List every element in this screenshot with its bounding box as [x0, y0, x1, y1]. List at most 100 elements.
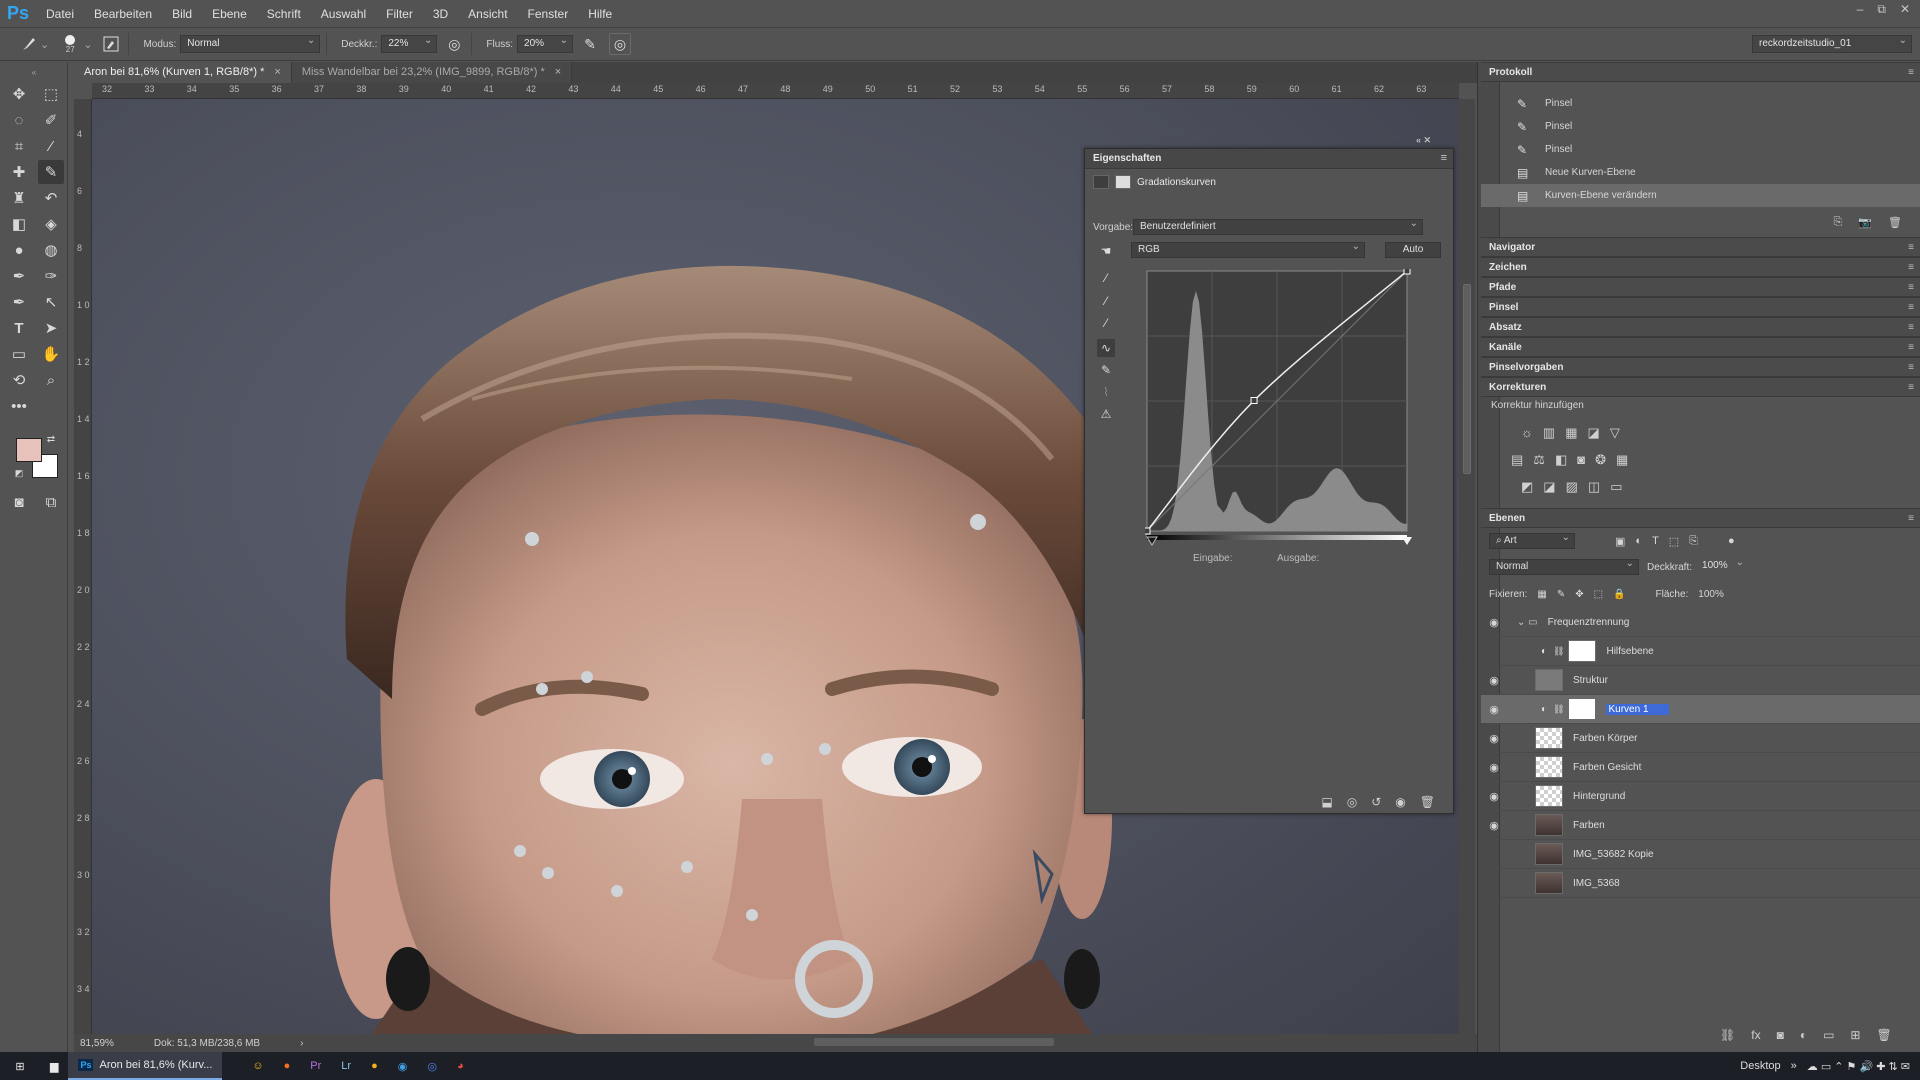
- panel-menu-icon[interactable]: ≡: [1908, 63, 1914, 82]
- preset-dropdown[interactable]: Benutzerdefiniert: [1133, 217, 1423, 235]
- layer-thumbnail[interactable]: [1535, 814, 1563, 836]
- visibility-eye-icon[interactable]: ◉: [1481, 790, 1507, 803]
- layer-mask-thumbnail[interactable]: [1568, 698, 1597, 720]
- layer-name[interactable]: Farben Gesicht: [1573, 762, 1641, 773]
- desktop-toolbar-label[interactable]: Desktop: [1740, 1060, 1780, 1072]
- menu-3d[interactable]: 3D: [423, 7, 458, 21]
- menu-fenster[interactable]: Fenster: [518, 7, 579, 21]
- dodge-tool-icon[interactable]: ◍: [38, 238, 64, 262]
- visibility-eye-icon[interactable]: ◉: [1481, 674, 1507, 687]
- flow-dropdown[interactable]: 20%: [517, 33, 574, 53]
- filter-adjustment-icon[interactable]: ◐: [1635, 535, 1642, 547]
- history-item[interactable]: ✎ Pinsel: [1481, 92, 1920, 115]
- delete-icon[interactable]: 🗑: [1420, 795, 1435, 809]
- panel-header-kanäle[interactable]: Kanäle ≡: [1481, 337, 1920, 357]
- panel-menu-icon[interactable]: ≡: [1908, 258, 1914, 277]
- mode-dropdown[interactable]: Normal: [180, 33, 321, 53]
- selective-color-icon[interactable]: ◫: [1588, 479, 1600, 495]
- black-slider-handle[interactable]: [1146, 536, 1158, 546]
- more-tools-icon[interactable]: •••: [6, 394, 32, 418]
- app-icon-blue[interactable]: ◎: [417, 1052, 447, 1080]
- pencil-draw-curve-icon[interactable]: ✎: [1097, 361, 1115, 379]
- doc-tab-miss-wandelbar[interactable]: Miss Wandelbar bei 23,2% (IMG_9899, RGB/…: [291, 62, 573, 83]
- brush-tool-icon[interactable]: ✎: [38, 160, 64, 184]
- scrollbar-thumb[interactable]: [1463, 284, 1471, 474]
- filter-shape-icon[interactable]: ⬚: [1669, 535, 1679, 548]
- firefox-icon[interactable]: ●: [274, 1052, 301, 1080]
- chrome-icon[interactable]: ◕: [447, 1052, 474, 1080]
- filter-type-icon[interactable]: T: [1652, 535, 1659, 547]
- quick-mask-icon[interactable]: ◙: [6, 490, 32, 514]
- layer-name[interactable]: Kurven 1: [1606, 703, 1669, 715]
- panel-header-zeichen[interactable]: Zeichen ≡: [1481, 257, 1920, 277]
- curve-control-point[interactable]: [1250, 396, 1258, 404]
- zoom-tool-icon[interactable]: ⌕: [38, 368, 64, 392]
- history-brush-tool-icon[interactable]: ↶: [38, 186, 64, 210]
- clip-to-layer-icon[interactable]: ⬓: [1321, 795, 1332, 809]
- layer-opacity-value[interactable]: 100%: [1696, 556, 1748, 575]
- history-item[interactable]: ✎ Pinsel: [1481, 138, 1920, 161]
- clone-stamp-tool-icon[interactable]: ♜: [6, 186, 32, 210]
- folder-icon[interactable]: ●: [361, 1052, 388, 1080]
- view-previous-state-icon[interactable]: ◎: [1347, 795, 1357, 809]
- pen-tool-icon[interactable]: ✒: [6, 264, 32, 288]
- curve-control-point[interactable]: [1403, 269, 1411, 275]
- lock-position-icon[interactable]: ✥: [1575, 589, 1583, 600]
- brightness-icon[interactable]: ☼: [1521, 425, 1533, 440]
- reset-icon[interactable]: ↺: [1371, 795, 1381, 809]
- vibrance-icon[interactable]: ▽: [1610, 425, 1620, 441]
- gradient-map-icon[interactable]: ▭: [1610, 479, 1622, 495]
- visibility-eye-icon[interactable]: ◉: [1481, 761, 1507, 774]
- menu-ebene[interactable]: Ebene: [202, 7, 257, 21]
- chevron-down-icon[interactable]: ⌄: [83, 38, 92, 51]
- collapse-icon[interactable]: « ✕: [1416, 135, 1431, 146]
- status-menu-arrow[interactable]: ›: [300, 1038, 303, 1049]
- mask-icon[interactable]: [1115, 175, 1131, 189]
- layer-row[interactable]: ◉ ⌄ ▭ Frequenztrennung: [1481, 608, 1920, 637]
- menu-bearbeiten[interactable]: Bearbeiten: [84, 7, 162, 21]
- pen-tool-alt-icon[interactable]: ✒: [6, 290, 32, 314]
- visibility-eye-icon[interactable]: ◉: [1481, 703, 1507, 716]
- layer-row[interactable]: IMG_5368: [1481, 869, 1920, 898]
- panel-menu-icon[interactable]: ≡: [1441, 152, 1447, 164]
- posterize-icon[interactable]: ◪: [1543, 479, 1555, 495]
- new-document-from-state-icon[interactable]: ⎘: [1834, 216, 1843, 229]
- chevron-down-icon[interactable]: ⌄: [40, 38, 49, 51]
- invert-icon[interactable]: ◩: [1521, 479, 1533, 495]
- eraser-tool-icon[interactable]: ◧: [6, 212, 32, 236]
- fill-value[interactable]: 100%: [1698, 589, 1724, 600]
- pressure-size-icon[interactable]: ◎: [609, 33, 632, 55]
- filter-smart-object-icon[interactable]: ⎘: [1689, 535, 1698, 548]
- black-point-eyedropper-icon[interactable]: ⁄: [1097, 269, 1115, 287]
- new-layer-icon[interactable]: ⊞: [1850, 1028, 1860, 1042]
- horizontal-scrollbar-thumb[interactable]: [814, 1038, 1054, 1046]
- tray-expand-icon[interactable]: »: [1791, 1060, 1797, 1072]
- opacity-dropdown[interactable]: 22%: [381, 33, 438, 53]
- brush-panel-toggle-icon[interactable]: [100, 33, 122, 55]
- menu-schrift[interactable]: Schrift: [257, 7, 311, 21]
- toolbar-collapse-icon[interactable]: «: [6, 68, 62, 77]
- layer-thumbnail[interactable]: [1535, 727, 1563, 749]
- direct-select-tool-icon[interactable]: ➤: [38, 316, 64, 340]
- browser-icon[interactable]: ◉: [388, 1052, 418, 1080]
- zoom-level[interactable]: 81,59%: [80, 1038, 114, 1049]
- minimize-button[interactable]: –: [1857, 2, 1864, 17]
- snapshot-icon[interactable]: 📷: [1858, 216, 1872, 229]
- freeform-pen-tool-icon[interactable]: ✑: [38, 264, 64, 288]
- filter-toggle-icon[interactable]: ●: [1728, 535, 1735, 547]
- panel-header-pfade[interactable]: Pfade ≡: [1481, 277, 1920, 297]
- lasso-tool-icon[interactable]: ◌: [6, 108, 32, 132]
- layer-row[interactable]: ◐ ⛓ Hilfsebene: [1481, 637, 1920, 666]
- delete-layer-icon[interactable]: 🗑: [1876, 1028, 1891, 1042]
- layer-row[interactable]: ◉ Farben Körper: [1481, 724, 1920, 753]
- lock-transparent-icon[interactable]: ▦: [1537, 589, 1546, 600]
- tray-icons[interactable]: ☁ ▭ ⌃ ⚑ 🔊 ✚ ⇅ ✉: [1807, 1060, 1910, 1073]
- lock-artboard-icon[interactable]: ⬚: [1594, 589, 1603, 600]
- curves-adjustment-icon[interactable]: [1093, 175, 1109, 189]
- panel-menu-icon[interactable]: ≡: [1908, 278, 1914, 297]
- panel-menu-icon[interactable]: ≡: [1908, 298, 1914, 317]
- color-balance-icon[interactable]: ⚖: [1533, 452, 1545, 468]
- rotate-view-tool-icon[interactable]: ⟲: [6, 368, 32, 392]
- layer-row[interactable]: ◉ ◐ ⛓ Kurven 1: [1481, 695, 1920, 724]
- layer-name[interactable]: IMG_5368: [1573, 878, 1620, 889]
